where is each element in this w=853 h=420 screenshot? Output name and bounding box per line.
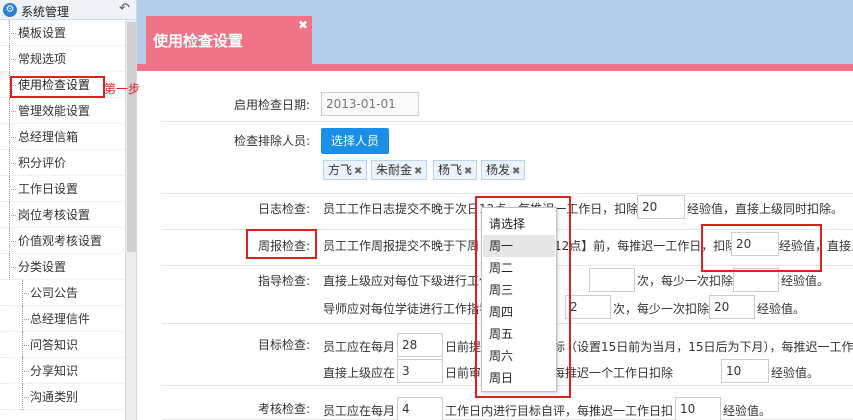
assess-deduct-input[interactable]: 10 <box>675 397 721 420</box>
weekly-text: 员工工作周报提交不晚于下周 <box>323 239 480 253</box>
assess-text-mid: 工作日内进行目标自评，每推迟一工作日扣 <box>445 404 674 418</box>
remove-tag-icon[interactable]: ✖ <box>354 166 362 177</box>
tag-label: 方飞 <box>328 163 353 177</box>
step-highlight-box <box>10 76 105 98</box>
mentor-deduct-input[interactable]: 20 <box>709 295 755 319</box>
tab-underline-bar <box>137 64 853 71</box>
sidebar-header: ⚙ 系统管理 ↶ <box>0 0 136 20</box>
guide-line1-mid: 次，每少一次扣除 <box>637 274 734 288</box>
tag-label: 朱耐金 <box>376 163 413 177</box>
sidebar-item-category[interactable]: 分类设置 <box>0 254 124 280</box>
sidebar-item-general[interactable]: 常规选项 <box>0 46 124 72</box>
select-people-button[interactable]: 选择人员 <box>321 128 389 154</box>
undo-arrow-icon[interactable]: ↶ <box>119 1 130 16</box>
gear-icon: ⚙ <box>3 3 17 17</box>
exclude-tag: 杨飞 ✖ <box>433 160 478 180</box>
tab-usage-check[interactable]: 使用检查设置 ✖ <box>146 16 312 64</box>
daily-text-tail: 经验值，直接上级同时扣除。 <box>687 202 844 216</box>
tag-label: 杨飞 <box>438 163 463 177</box>
guide-line1-tail: 经验值。 <box>781 274 830 288</box>
dropdown-option[interactable]: 周四 <box>483 301 555 323</box>
daily-deduct-input[interactable]: 20 <box>637 195 685 219</box>
start-date-label: 启用检查日期: <box>233 98 310 112</box>
tab-title: 使用检查设置 <box>153 32 244 50</box>
start-date-input[interactable]: 2013-01-01 <box>321 92 419 116</box>
weekly-label: 周报检查: <box>257 239 310 253</box>
goal-submit-day-input[interactable]: 28 <box>397 333 443 357</box>
sidebar-item-post-assess[interactable]: 岗位考核设置 <box>0 202 124 228</box>
sidebar: ⚙ 系统管理 ↶ 模板设置 常规选项 使用检查设置 管理效能设置 总经理信箱 积… <box>0 0 137 420</box>
mentor-min-count-input[interactable]: 2 <box>565 295 611 319</box>
guide-line2-tail: 经验值。 <box>757 302 806 316</box>
guide-line2-mid: 次，每少一次扣除 <box>613 302 710 316</box>
dropdown-option[interactable]: 周二 <box>483 257 555 279</box>
sidebar-item-efficiency[interactable]: 管理效能设置 <box>0 98 124 124</box>
goal-approve-day-input[interactable]: 3 <box>397 359 443 383</box>
sidebar-item-points[interactable]: 积分评价 <box>0 150 124 176</box>
exclude-tag: 方飞 ✖ <box>323 160 368 180</box>
close-icon[interactable]: ✖ <box>298 18 308 32</box>
dropdown-option[interactable]: 请选择 <box>483 213 555 235</box>
step-annotation: 第一步 <box>104 82 141 96</box>
goal-line2-tail: 经验值。 <box>771 366 820 380</box>
sidebar-item-values-assess[interactable]: 价值观考核设置 <box>0 228 124 254</box>
daily-label: 日志检查: <box>257 202 310 216</box>
weekly-deduct-input[interactable]: 20 <box>731 232 779 256</box>
exclude-tag: 朱耐金 ✖ <box>371 160 428 180</box>
sidebar-item-workday[interactable]: 工作日设置 <box>0 176 124 202</box>
remove-tag-icon[interactable]: ✖ <box>512 166 520 177</box>
dropdown-option-selected[interactable]: 周一 <box>483 235 555 257</box>
guide-min-count-input[interactable] <box>589 268 635 292</box>
weekly-text-tail: 经验值，直接上 <box>779 239 853 253</box>
sidebar-item-qa[interactable]: 问答知识 <box>0 332 124 358</box>
remove-tag-icon[interactable]: ✖ <box>464 166 472 177</box>
goal-label: 目标检查: <box>257 338 310 352</box>
sidebar-item-share[interactable]: 分享知识 <box>0 358 124 384</box>
assess-label: 考核检查: <box>257 402 310 416</box>
goal-line2-mid: 日前审批下级目标，每推迟一个工作日扣除 <box>445 366 674 380</box>
goal-line1-text: 员工应在每月 <box>323 340 396 354</box>
weekday-dropdown[interactable]: 请选择 周一 周二 周三 周四 周五 周六 周日 <box>481 207 557 392</box>
dropdown-option[interactable]: 周三 <box>483 279 555 301</box>
dropdown-option[interactable]: 周六 <box>483 345 555 367</box>
sidebar-title: 系统管理 <box>21 5 70 19</box>
goal-deduct-input[interactable]: 10 <box>721 359 769 383</box>
assess-text: 员工应在每月 <box>323 404 396 418</box>
exclude-tag: 杨发 ✖ <box>481 160 526 180</box>
scrollbar-thumb[interactable] <box>127 22 136 252</box>
remove-tag-icon[interactable]: ✖ <box>414 166 422 177</box>
guide-label: 指导检查: <box>257 274 310 288</box>
tag-label: 杨发 <box>486 163 511 177</box>
goal-line2-text: 直接上级应在 <box>323 366 396 380</box>
exclude-label: 检查排除人员: <box>233 134 310 148</box>
sidebar-item-announcement[interactable]: 公司公告 <box>0 280 124 306</box>
dropdown-option[interactable]: 周日 <box>483 367 555 389</box>
dropdown-option[interactable]: 周五 <box>483 323 555 345</box>
sidebar-item-comm-type[interactable]: 沟通类别 <box>0 384 124 410</box>
sidebar-item-template[interactable]: 模板设置 <box>0 20 124 46</box>
assess-text-tail: 经验值。 <box>723 404 772 418</box>
assess-day-input[interactable]: 4 <box>397 397 443 420</box>
weekly-text-mid: 12点】前，每推迟一工作日，扣除 <box>554 239 738 253</box>
sidebar-item-gm-letter[interactable]: 总经理信件 <box>0 306 124 332</box>
sidebar-item-gm-mailbox[interactable]: 总经理信箱 <box>0 124 124 150</box>
guide-deduct-input[interactable] <box>733 268 779 292</box>
